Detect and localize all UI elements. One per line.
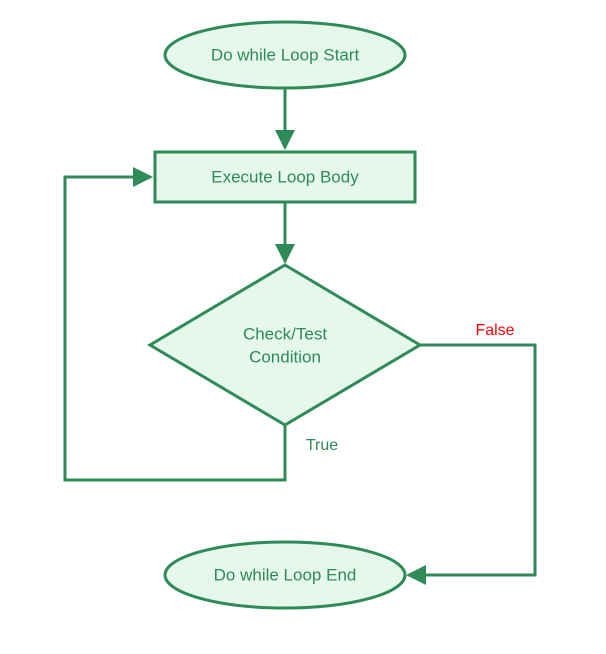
- true-label: True: [306, 437, 338, 454]
- end-label: Do while Loop End: [214, 565, 357, 584]
- condition-label-2: Condition: [249, 347, 321, 366]
- false-label: False: [475, 322, 514, 339]
- start-label: Do while Loop Start: [211, 45, 360, 64]
- edge-false: [408, 345, 535, 575]
- condition-label-1: Check/Test: [243, 324, 327, 343]
- body-label: Execute Loop Body: [211, 167, 359, 186]
- condition-node: [150, 265, 420, 425]
